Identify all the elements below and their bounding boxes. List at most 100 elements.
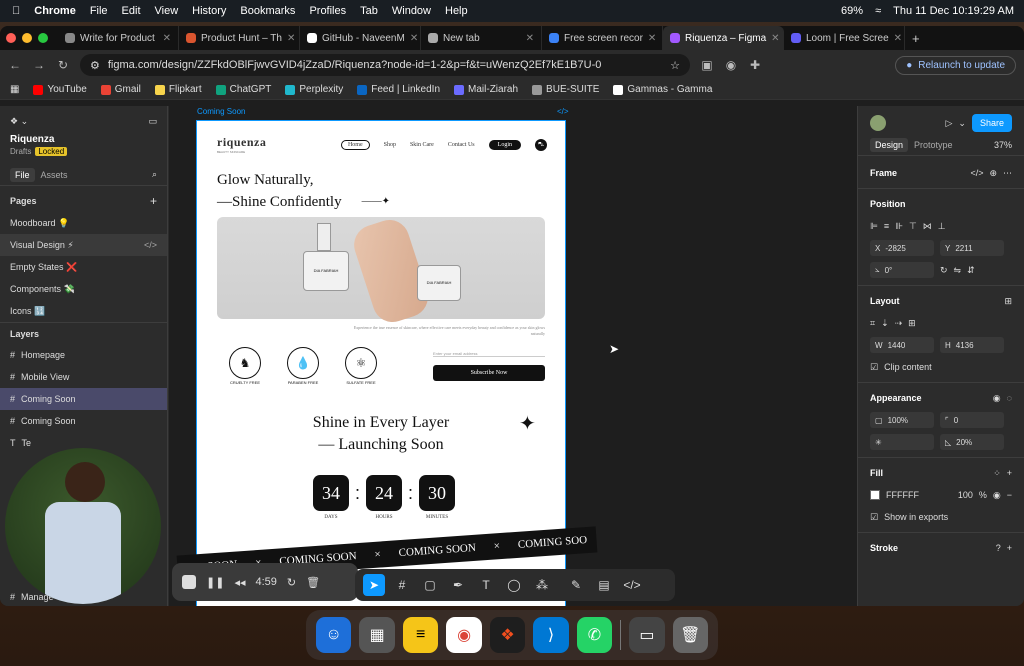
checkbox-checked-icon[interactable]: ☑ (870, 362, 878, 373)
menu-tab[interactable]: Tab (360, 5, 378, 17)
page-item-active[interactable]: Visual Design ⚡ </> (0, 234, 167, 256)
menu-bookmarks[interactable]: Bookmarks (240, 5, 295, 17)
close-tab-icon[interactable]: ✕ (526, 33, 534, 44)
restart-icon[interactable]: ↻ (287, 576, 296, 589)
forward-icon[interactable]: → (32, 58, 46, 72)
tab-riquenza-figma[interactable]: Riquenza – Figma ✕ (663, 26, 784, 50)
pen-tool-icon[interactable]: ✒ (447, 574, 469, 596)
eye-icon[interactable]: ◉ (993, 490, 1001, 501)
tab-file[interactable]: File (10, 167, 35, 182)
dev-mode-icon[interactable]: </> (621, 574, 643, 596)
code-icon[interactable]: </> (970, 168, 983, 178)
apps-grid-icon[interactable]: ▦ (10, 84, 19, 95)
close-tab-icon[interactable]: ✕ (287, 33, 295, 44)
close-tab-icon[interactable]: ✕ (163, 33, 171, 44)
bookmark-youtube[interactable]: YouTube (33, 84, 87, 95)
bookmark-gamma[interactable]: Gammas - Gamma (613, 84, 712, 95)
layout-horizontal-icon[interactable]: ⇢ (895, 318, 903, 329)
figma-menu-icon[interactable]: ❖ ⌄ (10, 116, 28, 127)
add-stroke-icon[interactable]: + (1007, 543, 1012, 553)
y-field[interactable]: Y 2211 (940, 240, 1004, 256)
present-play-icon[interactable]: ▷ (946, 118, 953, 129)
bookmark-bue-suite[interactable]: BUE-SUITE (532, 84, 599, 95)
shape-tool-icon[interactable]: ▢ (419, 574, 441, 596)
back-icon[interactable]: ← (8, 58, 22, 72)
delete-icon[interactable]: 🗑 (306, 576, 320, 589)
zoom-window-button[interactable] (38, 33, 48, 43)
design-mode-icon[interactable]: ▤ (593, 574, 615, 596)
align-middle-icon[interactable]: ⋈ (923, 221, 932, 232)
rotation-field[interactable]: ⦣ 0° (870, 262, 934, 278)
finder-icon[interactable]: ☺ (316, 617, 352, 653)
text-tool-icon[interactable]: T (475, 574, 497, 596)
file-name[interactable]: Riquenza (10, 134, 157, 145)
close-tab-icon[interactable]: ✕ (410, 33, 418, 44)
grid-layout-icon[interactable]: ⊞ (1004, 296, 1012, 307)
site-info-icon[interactable]: ⚙ (90, 59, 100, 72)
bookmark-flipkart[interactable]: Flipkart (154, 84, 202, 95)
add-fill-icon[interactable]: + (1007, 468, 1012, 478)
target-icon[interactable]: ⊕ (989, 168, 997, 179)
menu-history[interactable]: History (192, 5, 226, 17)
share-button[interactable]: Share (971, 114, 1012, 132)
page-item[interactable]: Components 💸 (0, 278, 167, 300)
tab-write-for-product[interactable]: Write for Product ✕ (58, 26, 179, 50)
tab-github[interactable]: GitHub - NaveenM ✕ (300, 26, 421, 50)
coming-soon-frame[interactable]: riquenza BEAUTY SKINCARE Home Shop Skin C… (176, 120, 598, 606)
email-input[interactable]: Enter your email address (433, 351, 545, 357)
align-left-icon[interactable]: ⊫ (870, 221, 878, 232)
chrome-window-thumbnail-icon[interactable]: ▭ (629, 617, 665, 653)
notes-icon[interactable]: ≡ (402, 617, 439, 653)
login-button[interactable]: Login (488, 139, 521, 150)
bookmark-chatgpt[interactable]: ChatGPT (215, 84, 271, 95)
height-field[interactable]: H 4136 (940, 337, 1004, 353)
help-icon[interactable]: ? (996, 543, 1001, 553)
figma-icon[interactable]: ❖ (489, 617, 526, 653)
nav-skin-care[interactable]: Skin Care (410, 142, 434, 148)
tab-new-tab[interactable]: New tab ✕ (421, 26, 542, 50)
cart-icon[interactable]: ⛍ (535, 138, 547, 151)
chevron-down-icon[interactable]: ⌄ (958, 118, 966, 129)
menu-profiles[interactable]: Profiles (309, 5, 346, 17)
page-item[interactable]: Empty States ❌ (0, 256, 167, 278)
figma-canvas[interactable]: Coming Soon riquenza BEAUTY SKINCARE Home… (169, 106, 857, 606)
tab-product-hunt[interactable]: Product Hunt – Th ✕ (179, 26, 300, 50)
camera-icon[interactable]: ◉ (724, 58, 738, 72)
page-item[interactable]: Moodboard 💡 (0, 212, 167, 234)
bookmark-star-icon[interactable]: ☆ (670, 59, 680, 72)
clip-row[interactable]: ☑ Clip content (858, 356, 1024, 378)
extensions-puzzle-icon[interactable]: ✚ (748, 58, 762, 72)
align-bottom-icon[interactable]: ⊥ (938, 221, 946, 232)
align-top-icon[interactable]: ⊤ (909, 221, 917, 232)
battery-percent[interactable]: 69% (841, 5, 863, 17)
rewind-icon[interactable]: ◂◂ (234, 576, 245, 589)
menu-edit[interactable]: Edit (122, 5, 141, 17)
wifi-icon[interactable]: ≈ (875, 5, 881, 17)
tab-loom[interactable]: Loom | Free Scree ✕ (784, 26, 905, 50)
minimize-window-button[interactable] (22, 33, 32, 43)
launchpad-icon[interactable]: ▦ (359, 617, 395, 653)
nav-home[interactable]: Home (340, 139, 370, 150)
clock[interactable]: Thu 11 Dec 10:19:29 AM (893, 5, 1014, 17)
droplet-icon[interactable]: ◌ (1007, 393, 1012, 403)
extension-icon[interactable]: ▣ (700, 58, 714, 72)
layer-item[interactable]: # Mobile View (0, 366, 167, 388)
checkbox-checked-icon[interactable]: ☑ (870, 512, 878, 523)
page-item[interactable]: Icons 🔢 (0, 300, 167, 322)
effect-field[interactable]: ✳ (870, 434, 934, 450)
bookmark-linkedin[interactable]: Feed | LinkedIn (357, 84, 440, 95)
layout-vertical-icon[interactable]: ⇣ (881, 318, 889, 329)
menu-window[interactable]: Window (392, 5, 431, 17)
close-tab-icon[interactable]: ✕ (894, 33, 902, 44)
zoom-level[interactable]: 37% (994, 140, 1012, 150)
comment-tool-icon[interactable]: ◯ (503, 574, 525, 596)
layout-free-icon[interactable]: ⌗ (870, 318, 875, 329)
dev-mode-frame-icon[interactable]: </> (557, 107, 569, 116)
new-tab-button[interactable]: + (905, 26, 935, 50)
tab-free-screen-recorder[interactable]: Free screen recor ✕ (542, 26, 663, 50)
width-field[interactable]: W 1440 (870, 337, 934, 353)
remove-fill-icon[interactable]: − (1007, 490, 1012, 500)
exports-row[interactable]: ☑ Show in exports (858, 506, 1024, 528)
tab-prototype[interactable]: Prototype (914, 140, 953, 150)
more-icon[interactable]: ⋯ (1003, 168, 1012, 179)
